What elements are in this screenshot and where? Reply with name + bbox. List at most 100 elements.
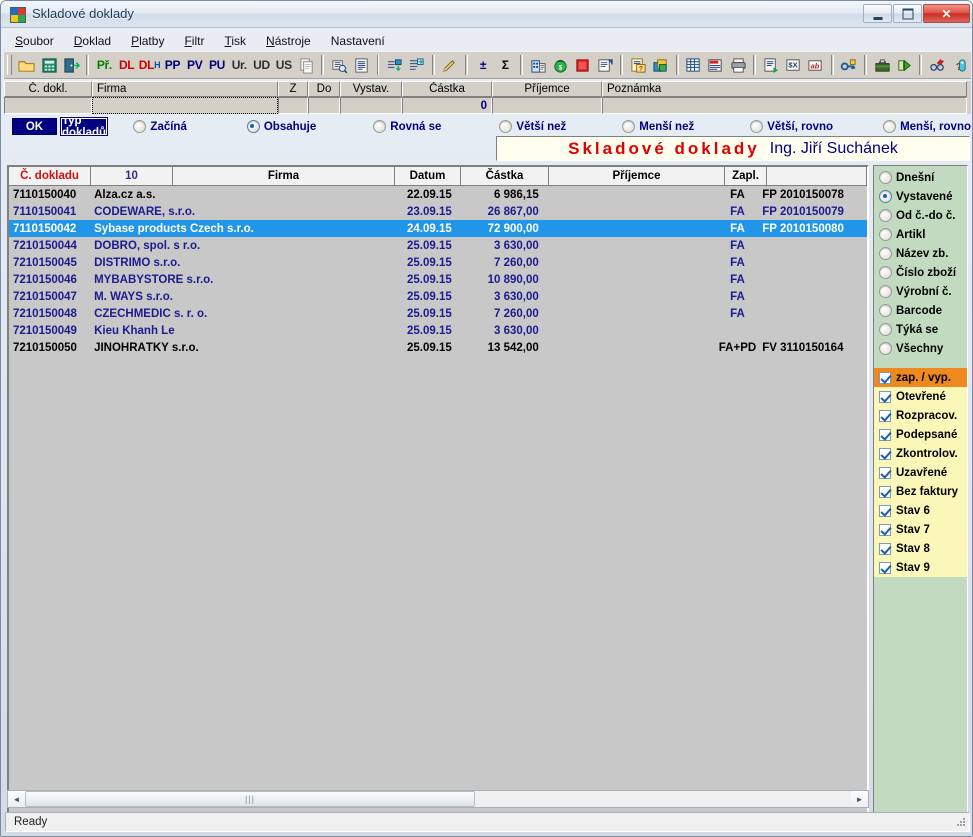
menu-item-nstroje[interactable]: Nástroje — [256, 32, 321, 50]
filter-input-7[interactable] — [602, 97, 967, 114]
checkbox-box[interactable] — [879, 371, 891, 384]
radio-dot[interactable] — [879, 228, 892, 241]
filter-input-6[interactable] — [492, 97, 602, 114]
minimize-button[interactable] — [863, 4, 892, 23]
grid-column-header-1[interactable]: 10 — [91, 167, 173, 185]
ud-button[interactable]: UD — [251, 54, 271, 76]
table-row[interactable]: 7210150049 Kieu Khanh Le 25.09.15 3 630,00 — [9, 322, 867, 339]
filter-input-2[interactable] — [278, 97, 308, 114]
filter-header-7[interactable]: Poznámka — [602, 81, 967, 97]
open-folder-icon[interactable] — [17, 54, 37, 76]
menu-item-tisk[interactable]: Tisk — [214, 32, 256, 50]
match-option-za--n-[interactable]: Začíná — [133, 120, 187, 133]
pr-button[interactable]: Př. — [94, 54, 114, 76]
exit-door-icon[interactable] — [61, 54, 81, 76]
status-checkbox-rozpracov-[interactable]: Rozpracov. — [874, 406, 967, 425]
grid-body[interactable]: 7110150040 Alza.cz a.s. 22.09.15 6 986,15 FA… — [9, 186, 867, 814]
view-radio-artikl[interactable]: Artikl — [874, 225, 967, 244]
checkbox-box[interactable] — [879, 447, 891, 460]
view-radio-od----do---[interactable]: Od č.-do č. — [874, 206, 967, 225]
menu-item-filtr[interactable]: Filtr — [174, 32, 214, 50]
filter-header-6[interactable]: Příjemce — [492, 81, 602, 97]
status-checkbox-uzav-en-[interactable]: Uzavřené — [874, 463, 967, 482]
pu-button[interactable]: PU — [207, 54, 227, 76]
menu-item-soubor[interactable]: Soubor — [5, 32, 64, 50]
radio-dot[interactable] — [133, 120, 147, 133]
scrollbar-track[interactable]: ||| — [25, 791, 851, 807]
table-row[interactable]: 7110150042 Sybase products Czech s.r.o. 24… — [9, 220, 867, 237]
filter-header-0[interactable]: Č. dokl. — [4, 81, 92, 97]
grid-column-header-7[interactable] — [767, 167, 867, 185]
view-radio-v-echny[interactable]: Všechny — [874, 339, 967, 358]
radio-dot[interactable] — [622, 120, 636, 133]
resize-grip-icon[interactable] — [954, 817, 966, 829]
radio-dot[interactable] — [246, 120, 260, 133]
table-row[interactable]: 7210150047 M. WAYS s.r.o. 25.09.15 3 630,00… — [9, 288, 867, 305]
ur-button[interactable]: Ur. — [229, 54, 249, 76]
maximize-button[interactable] — [893, 4, 922, 23]
view-radio---slo-zbo--[interactable]: Číslo zboží — [874, 263, 967, 282]
checkbox-box[interactable] — [879, 466, 891, 479]
csv-export-icon[interactable] — [706, 54, 726, 76]
table-row[interactable]: 7210150050 JINOHRÁTKY s.r.o. 25.09.15 13 54… — [9, 339, 867, 356]
report-grid-icon[interactable] — [684, 54, 704, 76]
radio-dot[interactable] — [750, 120, 764, 133]
radio-dot[interactable] — [879, 247, 892, 260]
pp-button[interactable]: PP — [162, 54, 182, 76]
radio-dot[interactable] — [883, 120, 897, 133]
sort-items-icon[interactable] — [384, 54, 404, 76]
radio-dot[interactable] — [879, 304, 892, 317]
radio-dot[interactable] — [879, 323, 892, 336]
status-checkbox-stav-9[interactable]: Stav 9 — [874, 558, 967, 577]
radio-dot[interactable] — [879, 209, 892, 222]
close-button[interactable]: ✕ — [923, 4, 970, 23]
filter-input-0[interactable] — [4, 97, 92, 114]
help-doc-icon[interactable]: ? — [628, 54, 648, 76]
grid-column-header-5[interactable]: Příjemce — [549, 167, 725, 185]
status-checkbox-bez-faktury[interactable]: Bez faktury — [874, 482, 967, 501]
view-radio-v-robn----[interactable]: Výrobní č. — [874, 282, 967, 301]
filter-header-2[interactable]: Z — [278, 81, 308, 97]
checkbox-box[interactable] — [879, 409, 891, 422]
calculator-icon[interactable] — [39, 54, 59, 76]
table-row[interactable]: 7110150040 Alza.cz a.s. 22.09.15 6 986,15 FA… — [9, 186, 867, 203]
radio-dot[interactable] — [879, 190, 892, 203]
list-icon[interactable] — [351, 54, 371, 76]
sum-sigma-icon[interactable]: Σ — [495, 54, 515, 76]
filter-header-4[interactable]: Vystav. — [340, 81, 402, 97]
radio-dot[interactable] — [373, 120, 387, 133]
filter-input-4[interactable] — [340, 97, 402, 114]
radio-dot[interactable] — [879, 285, 892, 298]
table-row[interactable]: 7210150048 CZECHMEDIC s. r. o. 25.09.15 7 2… — [9, 305, 867, 322]
filter-header-1[interactable]: Firma — [92, 81, 278, 97]
match-option-v-t----rovno[interactable]: Větší, rovno — [750, 120, 833, 133]
documents-grid[interactable]: Č. dokladu 10 Firma Datum Částka Příjemce Zapl… — [7, 165, 869, 816]
radio-dot[interactable] — [879, 266, 892, 279]
layers-icon[interactable] — [650, 54, 670, 76]
status-checkbox-stav-6[interactable]: Stav 6 — [874, 501, 967, 520]
status-checkbox-stav-7[interactable]: Stav 7 — [874, 520, 967, 539]
table-row[interactable]: 7210150045 DISTRIMO s.r.o. 25.09.15 7 260,0… — [9, 254, 867, 271]
match-option-men---ne-[interactable]: Menší než — [622, 120, 694, 133]
checkbox-box[interactable] — [879, 485, 891, 498]
grid-column-header-6[interactable]: Zapl. — [725, 167, 767, 185]
table-row[interactable]: 7110150041 CODEWARE, s.r.o. 23.09.15 26 867… — [9, 203, 867, 220]
match-option-obsahuje[interactable]: Obsahuje — [246, 120, 316, 133]
match-option-v-t---ne-[interactable]: Větší než — [499, 120, 566, 133]
radio-dot[interactable] — [879, 342, 892, 355]
pv-button[interactable]: PV — [185, 54, 205, 76]
menu-item-doklad[interactable]: Doklad — [64, 32, 121, 50]
checkbox-box[interactable] — [879, 428, 891, 441]
money-bag-icon[interactable]: $ — [551, 54, 571, 76]
filter-header-5[interactable]: Částka — [402, 81, 492, 97]
view-radio-vystaven-[interactable]: Vystavené — [874, 187, 967, 206]
menu-item-nastaven[interactable]: Nastavení — [321, 32, 395, 50]
glasses-icon[interactable] — [927, 54, 947, 76]
scroll-left-arrow-icon[interactable]: ◄ — [8, 791, 25, 807]
checkbox-box[interactable] — [879, 390, 891, 403]
us-button[interactable]: US — [274, 54, 294, 76]
question-info-icon[interactable]: ? — [950, 54, 970, 76]
status-checkbox-zap----vyp-[interactable]: zap. / vyp. — [874, 368, 967, 387]
doc-type-button[interactable]: Typ dokladů — [59, 115, 109, 139]
properties-icon[interactable] — [595, 54, 615, 76]
